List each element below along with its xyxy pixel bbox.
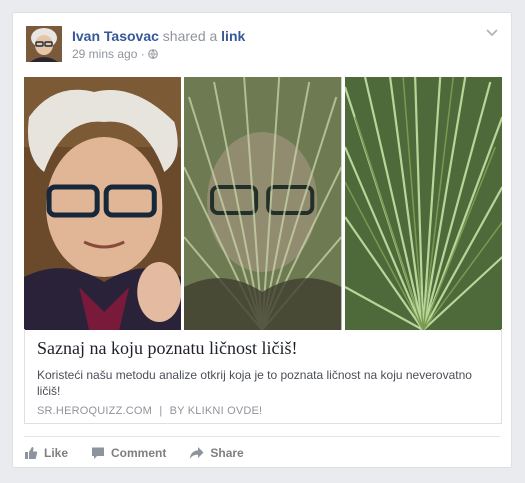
link-preview[interactable]: Saznaj na koju poznatu ličnost ličiš! Ko…: [24, 329, 502, 424]
comment-button[interactable]: Comment: [91, 443, 166, 463]
link-source-separator: |: [159, 405, 163, 417]
globe-icon[interactable]: [148, 49, 158, 60]
thumbs-up-icon: [25, 447, 38, 459]
link-cta: BY KLIKNI OVDE!: [169, 405, 263, 417]
like-label: Like: [44, 446, 69, 460]
comment-icon: [92, 447, 105, 459]
link-image-collage[interactable]: [24, 77, 502, 330]
share-button[interactable]: Share: [189, 443, 244, 463]
link-title[interactable]: Saznaj na koju poznatu ličnost ličiš!: [37, 338, 297, 359]
link-source: SR.HEROQUIZZ.COM | BY KLIKNI OVDE!: [37, 405, 262, 417]
post-actions: Like Comment Share: [24, 443, 267, 463]
author-name[interactable]: Ivan Tasovac: [72, 28, 159, 44]
comment-label: Comment: [111, 446, 167, 460]
share-arrow-icon: [190, 447, 204, 459]
post-card: Ivan Tasovac shared a link 29 mins ago ·: [12, 12, 512, 468]
avatar-image: [26, 26, 62, 62]
share-label: Share: [210, 446, 244, 460]
post-header: Ivan Tasovac shared a link: [72, 28, 245, 44]
action-link[interactable]: link: [221, 28, 245, 44]
post-meta: 29 mins ago ·: [72, 47, 158, 61]
meta-separator: ·: [140, 47, 145, 61]
avatar[interactable]: [26, 26, 62, 62]
timestamp[interactable]: 29 mins ago: [72, 47, 137, 61]
link-description: Koristeći našu metodu analize otkrij koj…: [37, 368, 472, 398]
action-text: shared a: [162, 28, 218, 44]
divider: [24, 436, 500, 437]
collage-image-plant: [344, 77, 502, 330]
link-domain: SR.HEROQUIZZ.COM: [37, 405, 153, 417]
collage-image-person: [24, 77, 182, 330]
chevron-down-icon[interactable]: [485, 27, 499, 37]
like-button[interactable]: Like: [24, 443, 68, 463]
collage-image-blend: [184, 77, 342, 330]
